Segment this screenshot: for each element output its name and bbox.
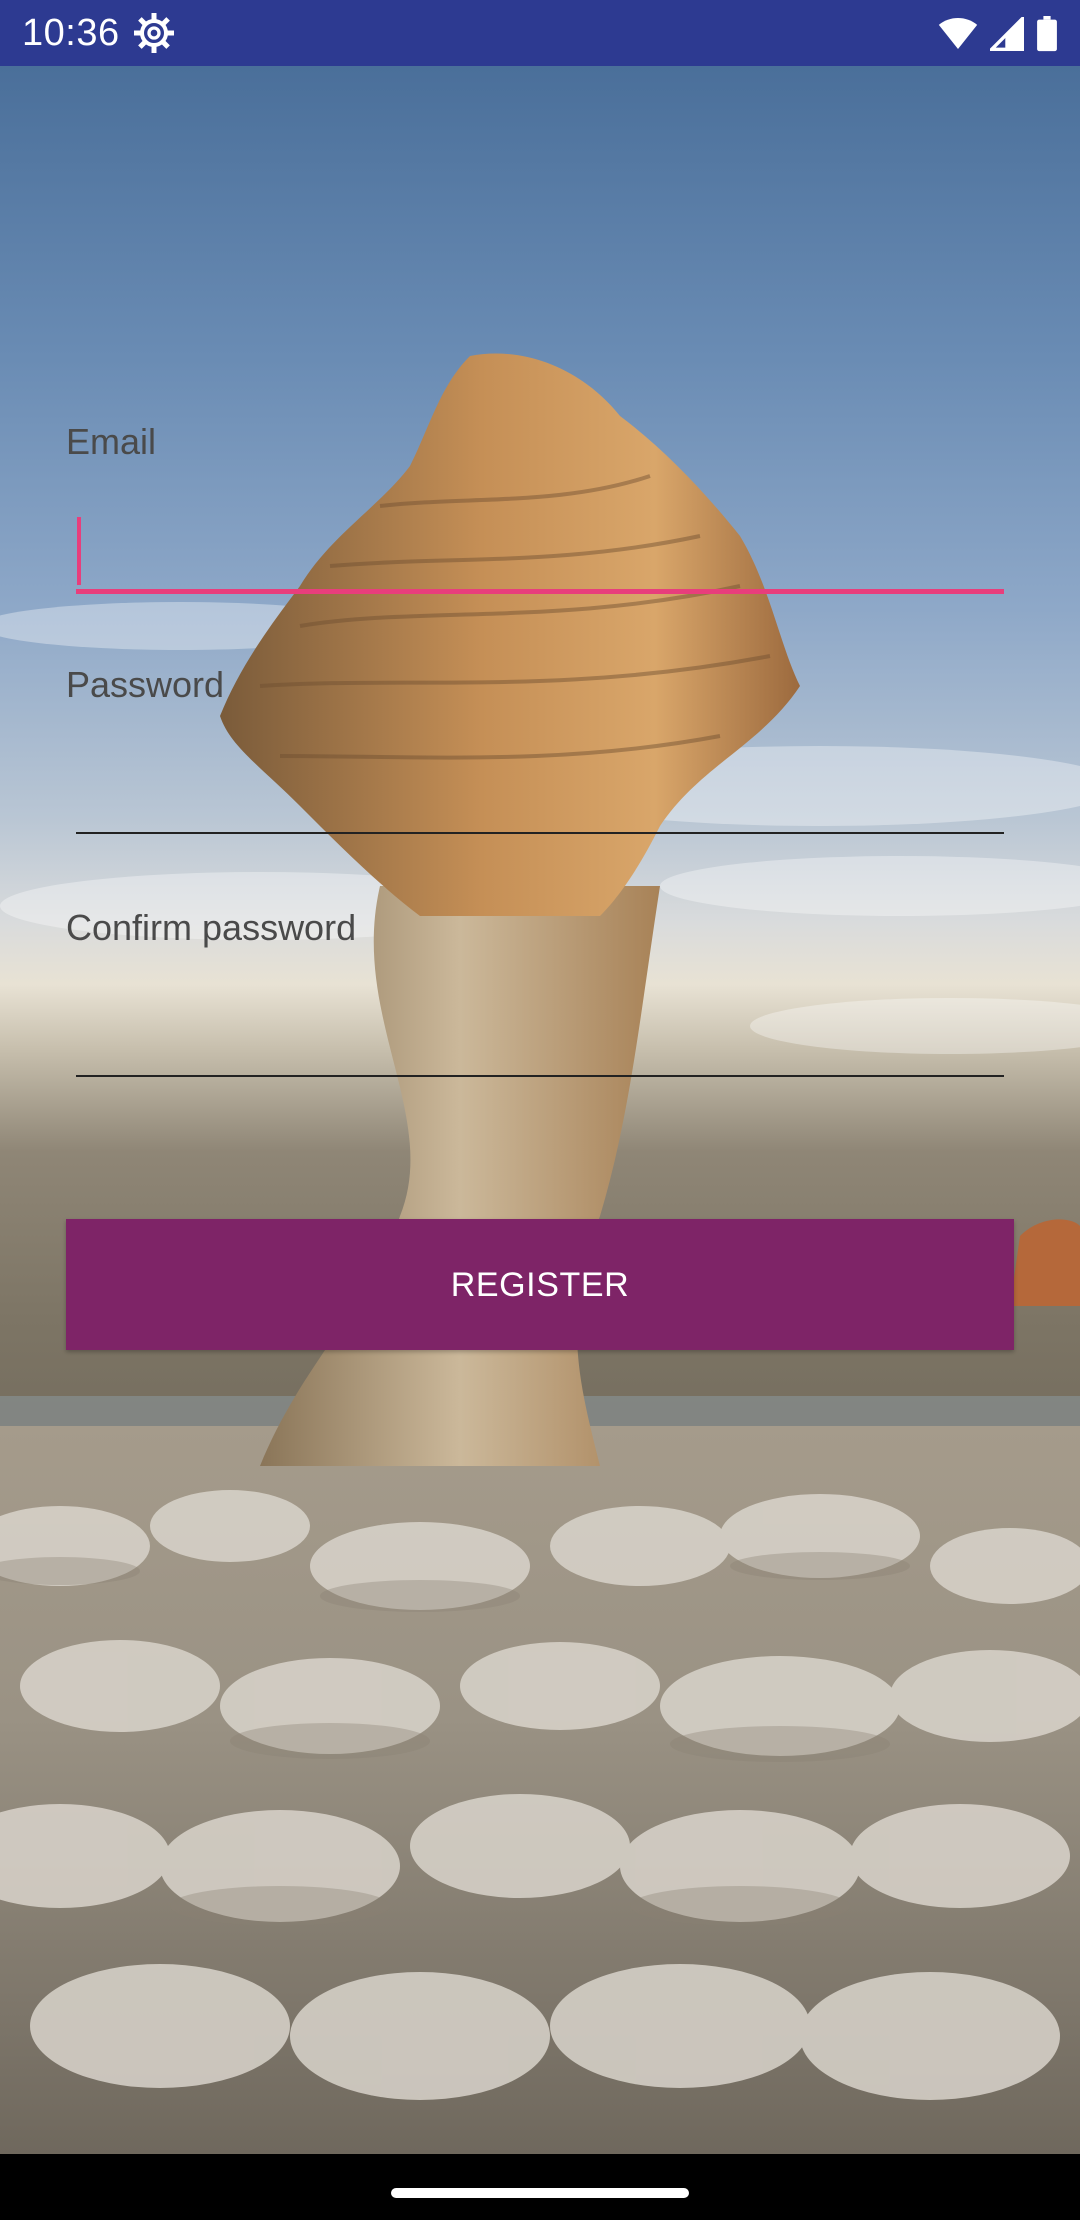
email-label: Email: [66, 421, 157, 462]
confirm-password-field[interactable]: [76, 995, 1004, 1075]
battery-icon: [1037, 16, 1057, 52]
status-time: 10:36: [22, 12, 120, 54]
confirm-password-underline: [76, 1075, 1004, 1077]
status-bar: 10:36: [0, 0, 1080, 66]
password-label: Password: [66, 664, 225, 705]
status-icons: [938, 14, 1058, 54]
navigation-bar: [0, 2154, 1080, 2220]
email-underline: [76, 589, 1004, 594]
confirm-password-label: Confirm password: [66, 907, 357, 948]
password-field[interactable]: [76, 752, 1004, 832]
email-field[interactable]: [76, 510, 1004, 590]
text-cursor: [77, 517, 81, 585]
register-button[interactable]: REGISTER: [66, 1219, 1014, 1350]
home-gesture-handle[interactable]: [391, 2188, 689, 2198]
cell-signal-icon: [990, 17, 1024, 51]
gear-icon: [134, 13, 174, 53]
password-underline: [76, 832, 1004, 834]
register-form: Email Password Confirm password REGISTER: [0, 0, 1080, 2220]
register-screen: 10:36 Email Password Confirm password RE…: [0, 0, 1080, 2220]
wifi-icon: [938, 17, 978, 49]
